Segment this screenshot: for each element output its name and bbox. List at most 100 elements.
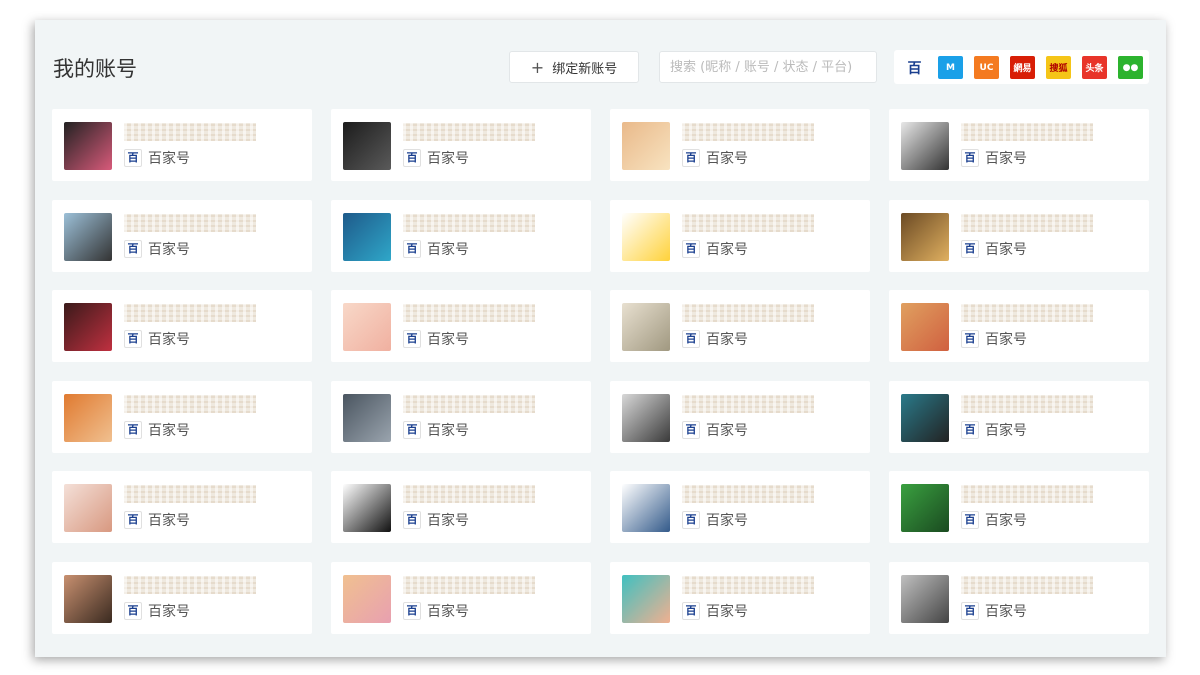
platform-filter-bar: 百 M UC 網易 搜狐 头条 ●● — [894, 50, 1149, 84]
wechat-icon[interactable]: ●● — [1118, 56, 1143, 79]
bind-new-account-button[interactable]: + 绑定新账号 — [509, 51, 639, 83]
account-platform: 百百家号 — [682, 148, 748, 168]
baijiahao-icon: 百 — [682, 330, 700, 348]
account-card[interactable]: 百百家号 — [331, 561, 591, 634]
netease-icon[interactable]: 網易 — [1010, 56, 1035, 79]
baijiahao-icon: 百 — [682, 239, 700, 258]
avatar — [901, 484, 949, 532]
avatar — [343, 122, 391, 170]
account-card[interactable]: 百百家号 — [610, 109, 870, 181]
avatar — [64, 393, 112, 442]
baijiahao-icon: 百 — [682, 601, 700, 620]
account-card[interactable]: 百百家号 — [331, 471, 591, 543]
sohu-icon[interactable]: 搜狐 — [1046, 56, 1071, 79]
baijiahao-icon: 百 — [961, 601, 979, 620]
platform-label: 百家号 — [148, 513, 190, 529]
platform-label: 百家号 — [148, 332, 190, 348]
avatar — [901, 212, 949, 261]
account-nickname — [682, 394, 814, 413]
account-nickname — [403, 123, 535, 141]
platform-label: 百家号 — [148, 422, 190, 439]
account-platform: 百百家号 — [682, 601, 748, 621]
account-nickname — [961, 394, 1093, 413]
platform-label: 百家号 — [148, 603, 190, 620]
baijiahao-icon: 百 — [403, 239, 421, 258]
account-nickname — [403, 213, 535, 232]
account-card[interactable]: 百百家号 — [331, 109, 591, 181]
platform-label: 百家号 — [985, 422, 1027, 439]
account-platform: 百百家号 — [682, 420, 748, 440]
account-platform: 百百家号 — [124, 601, 190, 621]
platform-label: 百家号 — [706, 151, 748, 167]
account-nickname — [403, 575, 535, 594]
account-card[interactable]: 百百家号 — [331, 199, 591, 272]
account-card[interactable]: 百百家号 — [331, 290, 591, 362]
account-platform: 百百家号 — [403, 510, 469, 530]
baijiahao-icon: 百 — [403, 420, 421, 439]
account-nickname — [961, 304, 1093, 322]
platform-label: 百家号 — [985, 332, 1027, 348]
avatar — [64, 122, 112, 170]
account-card[interactable]: 百百家号 — [889, 109, 1149, 181]
account-nickname — [124, 213, 256, 232]
avatar — [622, 122, 670, 170]
account-platform: 百百家号 — [124, 329, 190, 349]
uc-icon[interactable]: UC — [974, 56, 999, 79]
account-card[interactable]: 百百家号 — [331, 380, 591, 453]
baijiahao-icon: 百 — [961, 149, 979, 167]
account-card[interactable]: 百百家号 — [610, 561, 870, 634]
baijiahao-icon: 百 — [124, 420, 142, 439]
account-nickname — [682, 485, 814, 503]
account-card[interactable]: 百百家号 — [52, 471, 312, 543]
account-card[interactable]: 百百家号 — [610, 471, 870, 543]
account-card[interactable]: 百百家号 — [610, 380, 870, 453]
account-card[interactable]: 百百家号 — [52, 561, 312, 634]
account-card[interactable]: 百百家号 — [889, 471, 1149, 543]
account-platform: 百百家号 — [403, 239, 469, 259]
dayu-icon[interactable]: M — [938, 56, 963, 79]
baijiahao-icon: 百 — [682, 149, 700, 167]
platform-label: 百家号 — [985, 241, 1027, 258]
avatar — [343, 212, 391, 261]
account-card[interactable]: 百百家号 — [52, 380, 312, 453]
account-card[interactable]: 百百家号 — [889, 561, 1149, 634]
avatar — [901, 574, 949, 623]
account-card[interactable]: 百百家号 — [610, 290, 870, 362]
platform-label: 百家号 — [427, 241, 469, 258]
baijiahao-icon: 百 — [124, 239, 142, 258]
account-nickname — [403, 304, 535, 322]
account-card[interactable]: 百百家号 — [52, 199, 312, 272]
account-card[interactable]: 百百家号 — [889, 380, 1149, 453]
account-card[interactable]: 百百家号 — [889, 290, 1149, 362]
account-card[interactable]: 百百家号 — [610, 199, 870, 272]
baijiahao-icon: 百 — [403, 511, 421, 529]
account-platform: 百百家号 — [961, 601, 1027, 621]
baijiahao-icon[interactable]: 百 — [902, 56, 927, 79]
account-nickname — [682, 304, 814, 322]
account-platform: 百百家号 — [124, 239, 190, 259]
account-card[interactable]: 百百家号 — [52, 109, 312, 181]
bind-new-account-label: 绑定新账号 — [552, 61, 618, 77]
platform-label: 百家号 — [427, 422, 469, 439]
platform-label: 百家号 — [706, 241, 748, 258]
baijiahao-icon: 百 — [124, 149, 142, 167]
account-platform: 百百家号 — [682, 239, 748, 259]
avatar — [622, 574, 670, 623]
account-nickname — [961, 575, 1093, 594]
toutiao-icon[interactable]: 头条 — [1082, 56, 1107, 79]
account-platform: 百百家号 — [682, 329, 748, 349]
platform-label: 百家号 — [706, 513, 748, 529]
search-input[interactable] — [659, 51, 877, 83]
account-card[interactable]: 百百家号 — [889, 199, 1149, 272]
platform-label: 百家号 — [427, 513, 469, 529]
account-nickname — [682, 575, 814, 594]
account-card[interactable]: 百百家号 — [52, 290, 312, 362]
avatar — [622, 212, 670, 261]
account-platform: 百百家号 — [403, 148, 469, 168]
account-platform: 百百家号 — [124, 510, 190, 530]
account-platform: 百百家号 — [124, 420, 190, 440]
account-nickname — [961, 123, 1093, 141]
avatar — [901, 303, 949, 351]
account-nickname — [403, 485, 535, 503]
plus-icon: + — [530, 57, 545, 77]
